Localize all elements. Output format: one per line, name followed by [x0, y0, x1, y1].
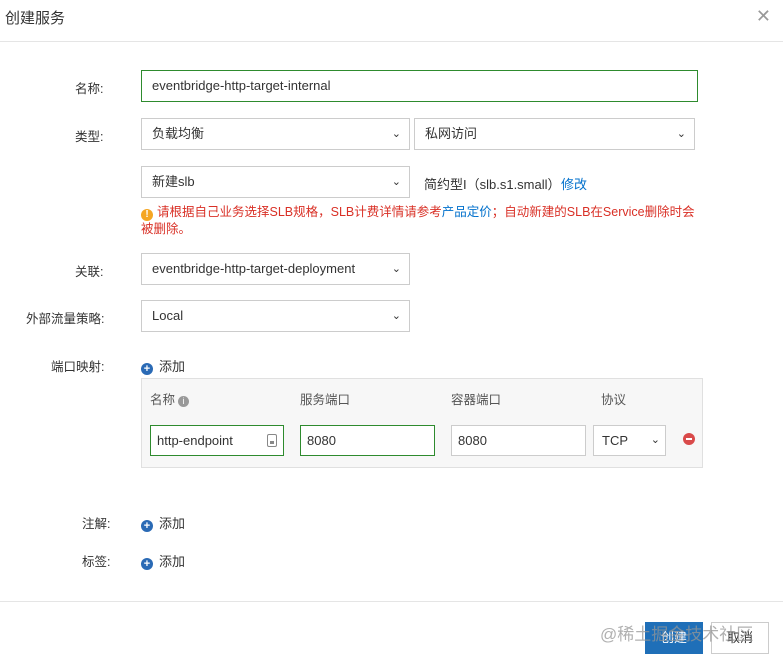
remove-port-icon[interactable] — [683, 433, 695, 445]
port-mapping-label: 端口映射: — [51, 360, 105, 374]
service-name-input[interactable]: eventbridge-http-target-internal — [141, 70, 698, 102]
cancel-button[interactable]: 取消 — [711, 622, 769, 654]
dialog-header: 创建服务 ✕ — [0, 0, 783, 42]
modify-link[interactable]: 修改 — [561, 174, 587, 193]
help-icon[interactable]: i — [178, 396, 190, 407]
name-label: 名称: — [75, 82, 104, 96]
plus-icon: + — [141, 520, 153, 532]
annotations-label: 注解: — [82, 517, 111, 531]
container-port-input[interactable]: 8080 — [451, 425, 586, 456]
port-name-input[interactable]: http-endpoint — [150, 425, 284, 456]
external-policy-value: Local — [152, 308, 184, 323]
add-annotation-label: 添加 — [159, 516, 186, 531]
access-type-select[interactable]: 私网访问 ⌄ — [414, 118, 695, 150]
service-type-value: 负载均衡 — [152, 126, 205, 141]
autofill-icon[interactable] — [267, 434, 277, 447]
add-label-button[interactable]: + 添加 — [141, 551, 185, 570]
service-type-select[interactable]: 负载均衡 ⌄ — [141, 118, 410, 150]
port-name-value: http-endpoint — [157, 433, 233, 448]
warning-icon: ! — [141, 209, 153, 221]
dialog-title: 创建服务 — [5, 10, 66, 27]
add-label-label: 添加 — [159, 554, 186, 569]
warning-text-1: 请根据自己业务选择SLB规格，SLB计费详情请参考 — [157, 205, 442, 219]
dialog-footer: 创建 取消 @稀土掘金技术社区 — [0, 601, 783, 658]
col-header-service-port: 服务端口 — [300, 393, 351, 407]
chevron-down-icon: ⌄ — [391, 176, 401, 188]
add-port-button[interactable]: + 添加 — [141, 356, 185, 375]
chevron-down-icon: ⌄ — [391, 310, 401, 322]
chevron-down-icon: ⌄ — [676, 128, 686, 140]
col-header-name: 名称 i — [150, 389, 190, 408]
labels-label: 标签: — [82, 555, 111, 569]
protocol-select[interactable]: TCP ⌄ — [593, 425, 666, 456]
external-policy-label: 外部流量策略: — [26, 312, 105, 326]
service-port-input[interactable]: 8080 — [300, 425, 435, 456]
association-label: 关联: — [75, 265, 104, 279]
slb-select[interactable]: 新建slb ⌄ — [141, 166, 410, 198]
slb-spec-text: 简约型I（slb.s1.small） — [424, 177, 561, 192]
chevron-down-icon: ⌄ — [391, 128, 401, 140]
create-button[interactable]: 创建 — [645, 622, 703, 654]
access-type-value: 私网访问 — [425, 126, 478, 141]
add-port-label: 添加 — [159, 359, 186, 374]
col-header-container-port: 容器端口 — [451, 393, 502, 407]
slb-select-value: 新建slb — [152, 174, 195, 189]
protocol-value: TCP — [602, 433, 628, 448]
pricing-link[interactable]: 产品定价 — [442, 205, 492, 219]
close-icon[interactable]: ✕ — [756, 6, 771, 27]
slb-warning: ! 请根据自己业务选择SLB规格，SLB计费详情请参考产品定价；自动新建的SLB在… — [141, 204, 701, 238]
external-policy-select[interactable]: Local ⌄ — [141, 300, 410, 332]
col-header-protocol: 协议 — [601, 393, 627, 407]
col-header-name-text: 名称 — [150, 393, 176, 407]
port-mapping-table: 名称 i 服务端口 容器端口 协议 http-endpoint 8080 8080… — [141, 378, 703, 468]
association-value: eventbridge-http-target-deployment — [152, 261, 356, 276]
chevron-down-icon: ⌄ — [391, 263, 401, 275]
association-select[interactable]: eventbridge-http-target-deployment ⌄ — [141, 253, 410, 285]
plus-icon: + — [141, 558, 153, 570]
chevron-down-icon: ⌄ — [650, 434, 660, 446]
type-label: 类型: — [75, 130, 104, 144]
add-annotation-button[interactable]: + 添加 — [141, 513, 185, 532]
plus-icon: + — [141, 363, 153, 375]
